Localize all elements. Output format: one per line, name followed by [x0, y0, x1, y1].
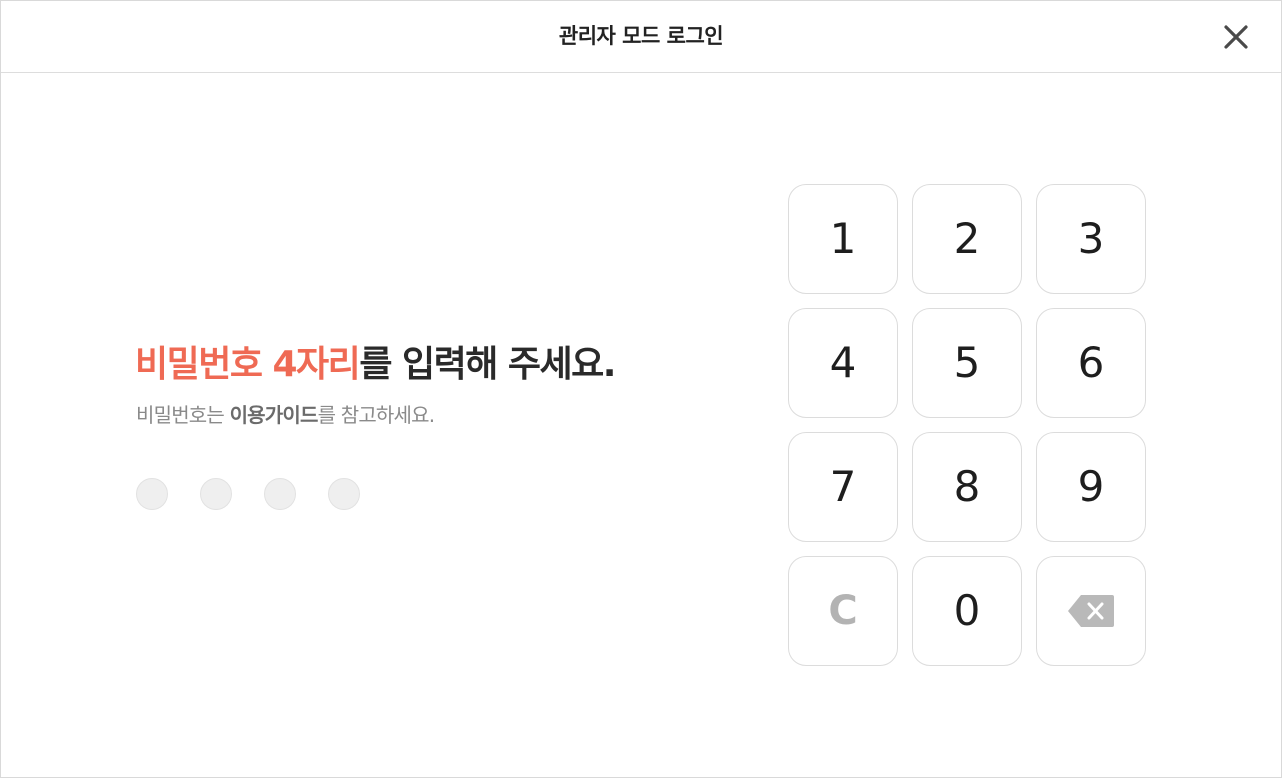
key-9[interactable]: 9 — [1036, 432, 1146, 542]
pin-dot — [264, 478, 296, 510]
backspace-button[interactable] — [1036, 556, 1146, 666]
key-8[interactable]: 8 — [912, 432, 1022, 542]
key-label: 2 — [953, 214, 981, 263]
key-1[interactable]: 1 — [788, 184, 898, 294]
key-label: 7 — [829, 462, 857, 511]
key-5[interactable]: 5 — [912, 308, 1022, 418]
key-label: 6 — [1077, 338, 1105, 387]
key-label: 9 — [1077, 462, 1105, 511]
close-button[interactable] — [1217, 18, 1255, 56]
pin-instruction-rest: 를 입력해 주세요. — [359, 344, 616, 385]
subtitle-suffix: 를 참고하세요. — [317, 403, 436, 427]
key-label: 8 — [953, 462, 981, 511]
key-label: C — [828, 588, 858, 634]
pin-instruction-title: 비밀번호 4자리를 입력해 주세요. — [135, 337, 616, 393]
pin-dot — [200, 478, 232, 510]
key-2[interactable]: 2 — [912, 184, 1022, 294]
key-7[interactable]: 7 — [788, 432, 898, 542]
dialog-title: 관리자 모드 로그인 — [558, 24, 724, 48]
subtitle-prefix: 비밀번호는 — [136, 403, 230, 427]
key-label: 4 — [829, 338, 857, 387]
pin-instruction-subtitle: 비밀번호는 이용가이드를 참고하세요. — [136, 400, 436, 430]
admin-login-dialog: 관리자 모드 로그인 비밀번호 4자리를 입력해 주세요. 비밀번호는 이용가이… — [0, 0, 1282, 778]
key-label: 0 — [953, 586, 981, 635]
pin-dot — [136, 478, 168, 510]
backspace-icon — [1068, 595, 1114, 627]
key-6[interactable]: 6 — [1036, 308, 1146, 418]
dialog-header: 관리자 모드 로그인 — [1, 1, 1281, 73]
clear-button[interactable]: C — [788, 556, 898, 666]
pin-instruction-accent: 비밀번호 4자리 — [135, 344, 361, 385]
numeric-keypad: 1 2 3 4 5 6 7 8 9 C 0 — [788, 184, 1148, 668]
key-label: 3 — [1077, 214, 1105, 263]
key-label: 5 — [953, 338, 981, 387]
usage-guide-text: 이용가이드 — [229, 403, 319, 427]
close-icon — [1224, 25, 1248, 49]
key-label: 1 — [829, 214, 857, 263]
key-0[interactable]: 0 — [912, 556, 1022, 666]
key-4[interactable]: 4 — [788, 308, 898, 418]
key-3[interactable]: 3 — [1036, 184, 1146, 294]
pin-dot — [328, 478, 360, 510]
